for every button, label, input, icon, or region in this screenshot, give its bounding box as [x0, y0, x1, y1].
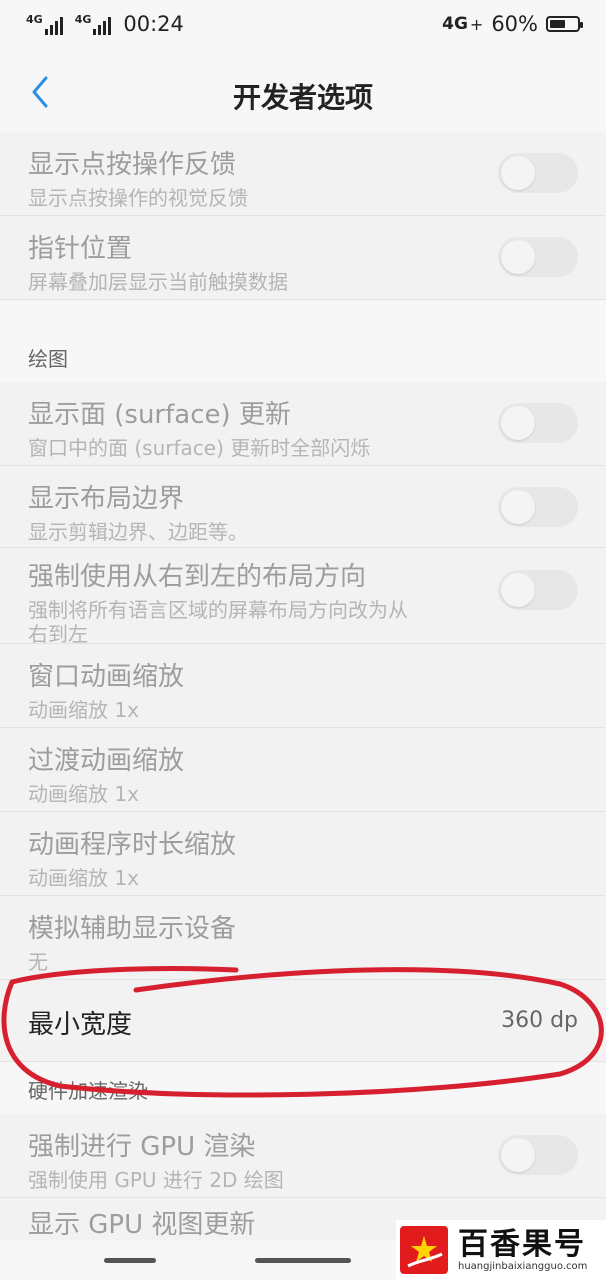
- watermark-logo-icon: [400, 1226, 448, 1274]
- list-item-smallest-width[interactable]: 最小宽度 360 dp: [0, 980, 606, 1062]
- clock: 00:24: [123, 12, 184, 36]
- item-title: 窗口动画缩放: [28, 662, 185, 692]
- list-item-transition-animation-scale[interactable]: 过渡动画缩放 动画缩放 1x: [0, 728, 606, 812]
- item-subtitle: 强制使用 GPU 进行 2D 绘图: [28, 1168, 284, 1192]
- toggle-switch[interactable]: [498, 403, 578, 443]
- section-header-hardware-rendering: 硬件加速渲染: [0, 1062, 606, 1114]
- signal-strength-icon: 4G: [26, 13, 63, 35]
- list-item-animator-duration-scale[interactable]: 动画程序时长缩放 动画缩放 1x: [0, 812, 606, 896]
- section-title: 硬件加速渲染: [28, 1079, 148, 1103]
- section-header-drawing: 绘图: [0, 300, 606, 382]
- network-plus-icon: +: [469, 14, 484, 34]
- item-title: 最小宽度: [28, 1010, 133, 1040]
- title-bar: 开发者选项: [0, 54, 606, 132]
- item-subtitle: 窗口中的面 (surface) 更新时全部闪烁: [28, 436, 371, 460]
- item-title: 动画程序时长缩放: [28, 830, 237, 860]
- settings-list: 显示点按操作反馈 显示点按操作的视觉反馈 指针位置 屏幕叠加层显示当前触摸数据 …: [0, 132, 606, 1258]
- signal-label: 4G: [26, 13, 43, 26]
- item-subtitle: 显示剪辑边界、边距等。: [28, 520, 248, 544]
- item-title: 强制进行 GPU 渲染: [28, 1132, 256, 1162]
- list-item-show-taps[interactable]: 显示点按操作反馈 显示点按操作的视觉反馈: [0, 132, 606, 216]
- toggle-switch[interactable]: [498, 153, 578, 193]
- battery-icon: [546, 16, 583, 32]
- item-title: 强制使用从右到左的布局方向: [28, 562, 367, 592]
- signal-label: 4G: [74, 13, 92, 26]
- toggle-switch[interactable]: [498, 237, 578, 277]
- list-item-surface-updates[interactable]: 显示面 (surface) 更新 窗口中的面 (surface) 更新时全部闪烁: [0, 382, 606, 466]
- page-title: 开发者选项: [232, 81, 373, 114]
- network-type: 4G: [442, 14, 468, 34]
- list-item-force-rtl[interactable]: 强制使用从右到左的布局方向 强制将所有语言区域的屏幕布局方向改为从 右到左: [0, 548, 606, 646]
- list-item-simulate-secondary-display[interactable]: 模拟辅助显示设备 无: [0, 896, 606, 980]
- watermark-title: 百香果号: [458, 1226, 586, 1262]
- item-title: 显示 GPU 视图更新: [28, 1210, 256, 1240]
- watermark-url: huangjinbaixiangguo.com: [458, 1260, 588, 1272]
- list-item-pointer-location[interactable]: 指针位置 屏幕叠加层显示当前触摸数据: [0, 216, 606, 300]
- toggle-switch[interactable]: [498, 570, 578, 610]
- battery-percent: 60%: [491, 12, 538, 36]
- item-subtitle: 无: [28, 950, 48, 974]
- watermark: 百香果号 huangjinbaixiangguo.com: [396, 1220, 606, 1280]
- item-subtitle: 屏幕叠加层显示当前触摸数据: [28, 270, 288, 294]
- item-subtitle-cont: 右到左: [28, 622, 88, 646]
- list-item-force-gpu-rendering[interactable]: 强制进行 GPU 渲染 强制使用 GPU 进行 2D 绘图: [0, 1114, 606, 1198]
- nav-home-pill[interactable]: [255, 1258, 351, 1263]
- nav-left-pill[interactable]: [104, 1258, 156, 1263]
- signal-strength-icon: 4G: [75, 13, 112, 35]
- list-item-window-animation-scale[interactable]: 窗口动画缩放 动画缩放 1x: [0, 644, 606, 728]
- item-title: 显示点按操作反馈: [28, 150, 237, 180]
- item-title: 指针位置: [28, 234, 133, 264]
- item-subtitle: 动画缩放 1x: [28, 698, 139, 722]
- item-subtitle: 显示点按操作的视觉反馈: [28, 186, 248, 210]
- item-title: 过渡动画缩放: [28, 746, 185, 776]
- item-title: 显示面 (surface) 更新: [28, 400, 291, 430]
- list-item-layout-bounds[interactable]: 显示布局边界 显示剪辑边界、边距等。: [0, 466, 606, 548]
- toggle-switch[interactable]: [498, 1135, 578, 1175]
- toggle-switch[interactable]: [498, 487, 578, 527]
- item-title: 模拟辅助显示设备: [28, 914, 237, 944]
- item-title: 显示布局边界: [28, 484, 185, 514]
- section-title: 绘图: [28, 347, 68, 371]
- item-value: 360 dp: [501, 1008, 578, 1033]
- item-subtitle: 动画缩放 1x: [28, 782, 139, 806]
- status-bar: 4G 4G 00:24 4G + 60%: [0, 0, 606, 54]
- item-subtitle: 动画缩放 1x: [28, 866, 139, 890]
